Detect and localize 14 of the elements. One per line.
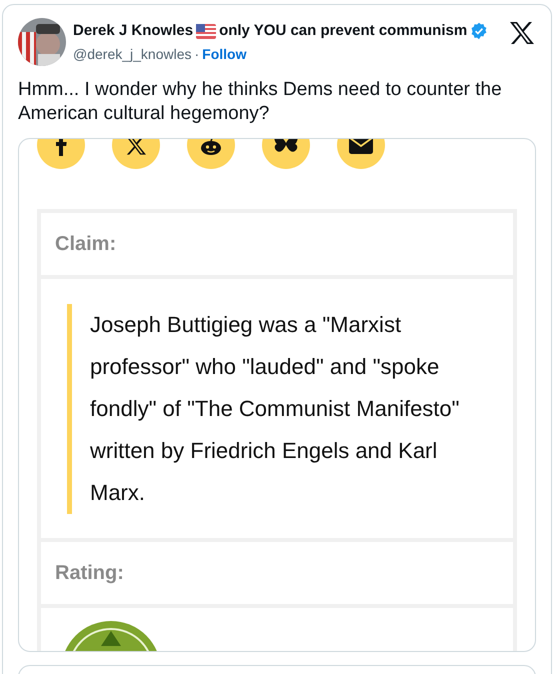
x-logo-icon[interactable] <box>510 22 534 44</box>
claim-text: Joseph Buttigieg was a "Marxist professor" who "lauded" and "spoke fondly" of "The Communist Manifesto" written by Friedrich Engels and Karl Marx. <box>90 310 460 506</box>
follow-link[interactable]: Follow <box>202 44 246 64</box>
author-handle[interactable]: @derek_j_knowles <box>73 44 192 64</box>
media-screenshot[interactable]: Claim: Joseph Buttigieg was a "Marxist professor" who "lauded" and "spoke fondly" of "The Communist Manifesto" written by Friedrich Engels and Karl Marx. Rating: <box>18 138 536 652</box>
avatar-icon[interactable] <box>18 18 66 66</box>
tweet-text: Hmm... I wonder why he thinks Dems need to counter the American cultural hegemony? <box>18 78 503 126</box>
flag-icon <box>196 24 216 39</box>
rating-heading: Rating: <box>55 561 124 586</box>
verified-badge-icon <box>470 22 488 40</box>
claim-heading: Claim: <box>55 232 116 257</box>
author-name-suffix: only YOU can prevent communism <box>219 21 468 41</box>
author-name[interactable]: Derek J Knowles <box>73 20 194 42</box>
separator: · <box>194 44 200 64</box>
